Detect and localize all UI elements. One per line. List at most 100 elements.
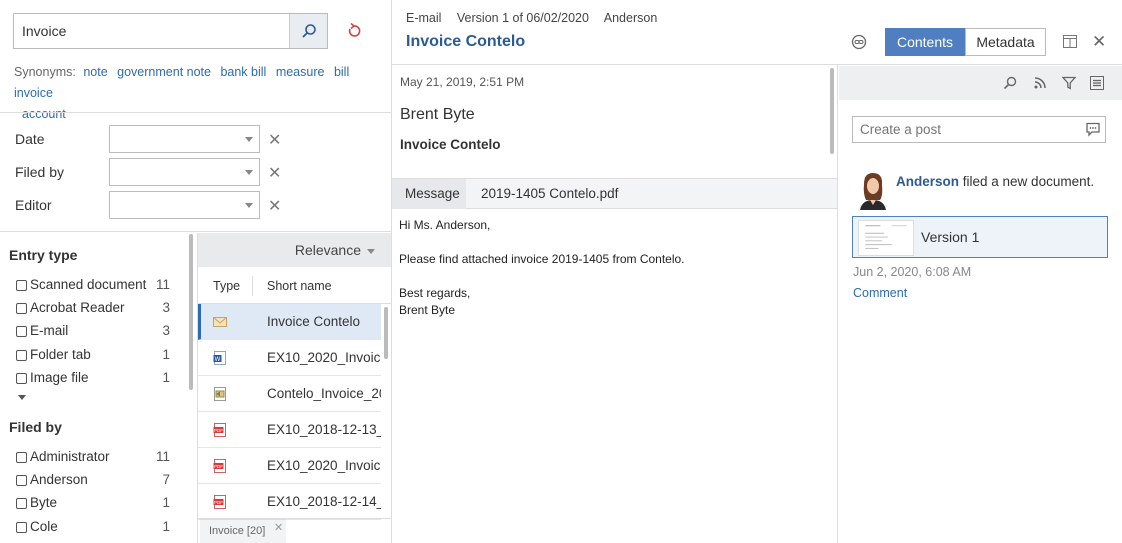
chevron-down-icon [367, 248, 375, 254]
checkbox[interactable] [16, 452, 27, 463]
pdf-icon: PDF [213, 495, 226, 509]
sort-dropdown[interactable]: Relevance [295, 242, 375, 258]
mail-body-line: Brent Byte [399, 303, 456, 317]
clear-editor-icon[interactable]: ✕ [268, 199, 281, 215]
feed-action: filed a new document. [959, 174, 1095, 189]
checkbox[interactable] [16, 475, 27, 486]
search-input[interactable] [14, 14, 290, 48]
link-icon[interactable] [851, 34, 867, 53]
checkbox[interactable] [16, 303, 27, 314]
chevron-down-icon [245, 137, 253, 142]
metadata-button[interactable]: Metadata [965, 28, 1046, 56]
checkbox[interactable] [16, 522, 27, 533]
document-thumbnail [858, 220, 914, 256]
facet-item-count: 1 [162, 495, 170, 510]
facet-item[interactable]: Cole 1 [16, 519, 176, 539]
filter-date-select[interactable] [109, 125, 260, 153]
synonym-link[interactable]: account [22, 107, 66, 121]
header-scrollbar[interactable] [830, 68, 834, 154]
reset-icon[interactable] [344, 20, 364, 42]
facet-item-count: 1 [162, 370, 170, 385]
facet-item[interactable]: Anderson 7 [16, 472, 176, 492]
search-button[interactable] [289, 14, 327, 48]
search-box [13, 13, 328, 49]
chevron-down-icon [245, 170, 253, 175]
pdf-icon: PDF [213, 423, 226, 437]
synonym-link[interactable]: measure [276, 65, 325, 79]
clear-filed-by-icon[interactable]: ✕ [268, 166, 281, 182]
result-list-scrollbar[interactable] [384, 307, 388, 359]
filter-icon[interactable] [1062, 76, 1076, 90]
synonym-link[interactable]: government note [117, 65, 211, 79]
synonym-link[interactable]: bill [334, 65, 349, 79]
column-header-short-name[interactable]: Short name [267, 279, 332, 293]
result-name: Contelo_Invoice_201 [267, 386, 381, 401]
document-meta: E-mail Version 1 of 06/02/2020 Anderson [406, 11, 669, 25]
svg-text:PDF: PDF [214, 428, 223, 433]
comment-icon[interactable] [1085, 122, 1101, 137]
facet-item-label: Byte [30, 495, 58, 510]
feed-icon[interactable] [1033, 76, 1047, 90]
checkbox[interactable] [16, 350, 27, 361]
result-row[interactable]: PDF EX10_2020_Invoice_ [198, 448, 381, 484]
avatar [856, 170, 890, 210]
mail-body-line: Best regards, [399, 286, 471, 300]
comment-link[interactable]: Comment [853, 286, 907, 300]
filter-editor-select[interactable] [109, 191, 260, 219]
facet-item-label: Administrator [30, 449, 110, 464]
facet-item[interactable]: E-mail 3 [16, 323, 176, 343]
search-tab[interactable]: Invoice [20] ✕ [200, 519, 286, 543]
checkbox[interactable] [16, 373, 27, 384]
facet-item[interactable]: Administrator 11 [16, 449, 176, 469]
checkbox[interactable] [16, 326, 27, 337]
clear-date-icon[interactable]: ✕ [268, 133, 281, 149]
checkbox[interactable] [16, 280, 27, 291]
tab-message[interactable]: Message [392, 179, 466, 209]
feed-user-link[interactable]: Anderson [896, 174, 959, 189]
word-doc-icon: W [213, 351, 226, 365]
synonym-link[interactable]: invoice [14, 86, 53, 100]
result-row[interactable]: W EX10_2020_Invoice_ [198, 340, 381, 376]
column-header-type[interactable]: Type [213, 279, 240, 293]
result-name: Invoice Contelo [267, 314, 361, 329]
result-row[interactable]: Invoice Contelo [198, 304, 381, 340]
checkbox[interactable] [16, 498, 27, 509]
contents-button[interactable]: Contents [885, 28, 965, 56]
facet-item-count: 11 [155, 449, 170, 464]
chevron-down-icon [245, 203, 253, 208]
facet-item[interactable]: Folder tab 1 [16, 347, 176, 367]
facet-item[interactable]: Scanned document 11 [16, 277, 176, 297]
create-post-field[interactable] [852, 116, 1106, 143]
facet-item[interactable]: Image file 1 [16, 370, 176, 390]
divider [391, 0, 392, 543]
facet-item[interactable]: Byte 1 [16, 495, 176, 515]
create-post-input[interactable] [853, 117, 1078, 142]
result-row[interactable]: PDF EX10_2018-12-13_I [198, 412, 381, 448]
tab-attachment[interactable]: 2019-1405 Contelo.pdf [481, 186, 618, 201]
pdf-icon: PDF [213, 459, 226, 473]
expand-more-icon[interactable] [18, 395, 26, 400]
result-row[interactable]: PDF EX10_2018-12-14_I [198, 484, 381, 520]
close-icon[interactable]: ✕ [1092, 33, 1106, 50]
panel-layout-icon[interactable] [1063, 35, 1077, 51]
facet-item-label: Cole [30, 519, 58, 534]
version-card[interactable]: Version 1 [852, 216, 1108, 258]
facet-scrollbar[interactable] [189, 234, 193, 390]
search-icon [301, 24, 316, 38]
filter-filed-by-select[interactable] [109, 158, 260, 186]
close-tab-icon[interactable]: ✕ [274, 521, 283, 534]
list-view-icon[interactable] [1090, 76, 1104, 90]
document-version[interactable]: Version 1 of 06/02/2020 [457, 11, 589, 25]
result-row[interactable]: Contelo_Invoice_201 [198, 376, 381, 412]
mail-body-line: Please find attached invoice 2019-1405 f… [399, 252, 685, 266]
synonym-link[interactable]: note [83, 65, 107, 79]
synonym-link[interactable]: bank bill [220, 65, 266, 79]
search-icon[interactable] [1003, 76, 1017, 90]
facet-filed-by-title: Filed by [9, 419, 62, 435]
feed-entry-text: Anderson filed a new document. [896, 174, 1094, 189]
facet-item-count: 11 [155, 277, 170, 292]
version-label: Version 1 [921, 229, 980, 245]
facet-item-count: 3 [162, 300, 170, 315]
facet-item[interactable]: Acrobat Reader 3 [16, 300, 176, 320]
feed-toolbar [839, 66, 1122, 100]
